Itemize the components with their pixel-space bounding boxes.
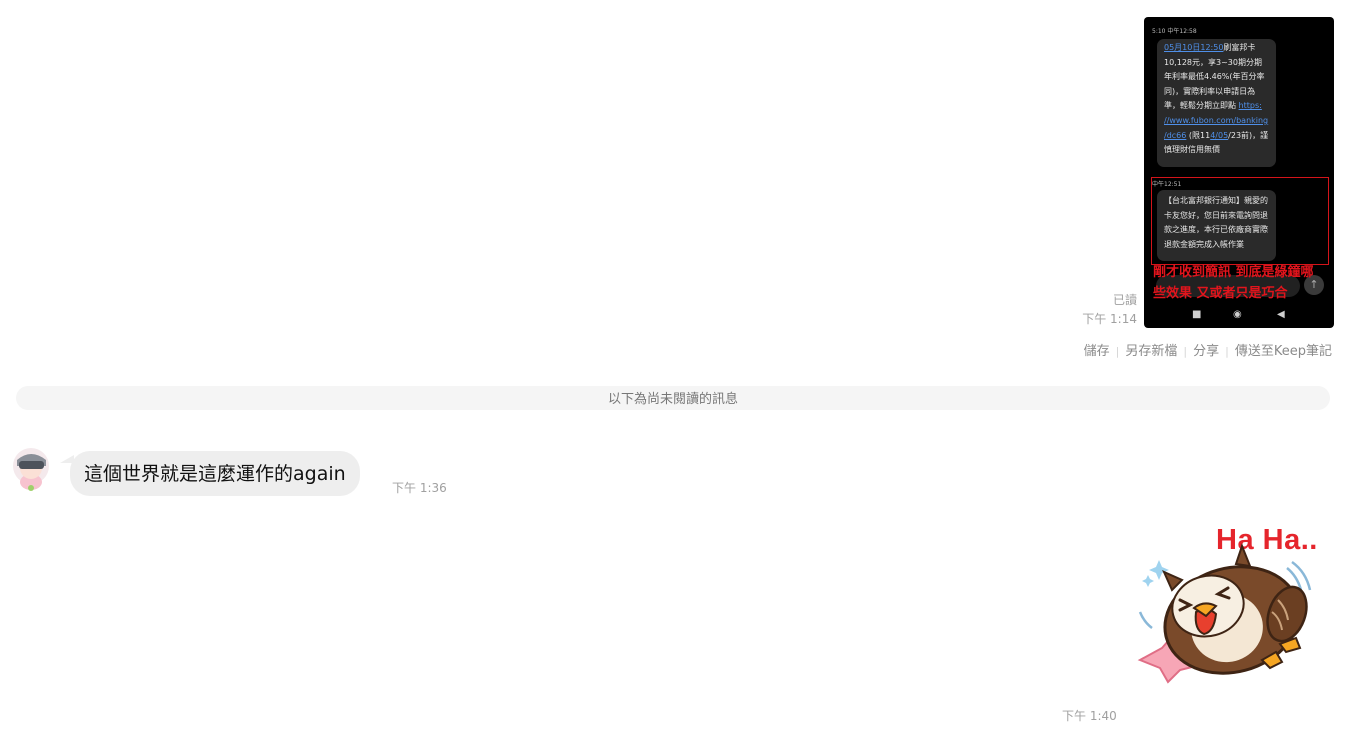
sms-line: //www.fubon.com/banking — [1164, 115, 1269, 125]
separator: | — [1183, 345, 1188, 358]
sms-line: 退款金額完成入帳作業 — [1164, 239, 1244, 249]
save-as-button[interactable]: 另存新檔 — [1125, 344, 1177, 359]
read-receipt: 已讀 — [1112, 293, 1137, 307]
home-icon: ◉ — [1233, 309, 1242, 320]
sms-line: 同)，實際利率以申請日為 — [1164, 86, 1256, 96]
sms-line: 慎理財信用無價 — [1164, 145, 1220, 155]
message-time: 下午 1:40 — [1062, 709, 1117, 723]
image-actions: 儲存 | 另存新檔 | 分享 | 傳送至Keep筆記 — [1084, 340, 1332, 359]
avatar[interactable] — [11, 446, 51, 492]
sms-line: /dc66 (限114/05/23前)，謹 — [1164, 130, 1269, 140]
separator: | — [1115, 345, 1120, 358]
sms-bubble-1: 05月10日12:50刷富邦卡 10,128元，享3~30期分期 年利率最低4.… — [1157, 39, 1276, 167]
sms-line: 款之進度，本行已依廠商實際 — [1164, 225, 1268, 235]
sms-bubble-2: 【台北富邦銀行通知】親愛的 卡友您好，您日前來電詢問退 款之進度，本行已依廠商實… — [1157, 190, 1276, 261]
sms1-status: 5:10 中午12:58 — [1152, 28, 1197, 35]
red-caption-line: 剛才收到簡訊 到底是綠鐘哪 — [1153, 265, 1314, 280]
red-caption: 剛才收到簡訊 到底是綠鐘哪 些效果 又或者只是巧合 — [1153, 262, 1333, 304]
sms-link: 05月10日12:50 — [1164, 43, 1224, 52]
save-button[interactable]: 儲存 — [1084, 344, 1110, 359]
message-time: 下午 1:36 — [392, 481, 447, 495]
sent-image[interactable]: 5:10 中午12:58 05月10日12:50刷富邦卡 10,128元，享3~… — [1144, 17, 1334, 328]
share-button[interactable]: 分享 — [1193, 344, 1219, 359]
send-to-keep-button[interactable]: 傳送至Keep筆記 — [1235, 344, 1332, 359]
message-bubble[interactable]: 這個世界就是這麼運作的again — [70, 451, 360, 496]
sms-line: 10,128元，享3~30期分期 — [1164, 57, 1262, 67]
sms-line: 卡友您好，您日前來電詢問退 — [1164, 210, 1268, 220]
red-caption-line: 些效果 又或者只是巧合 — [1153, 286, 1288, 301]
unread-divider: 以下為尚未閱讀的訊息 — [16, 386, 1330, 410]
message-time: 下午 1:14 — [1082, 312, 1137, 326]
sms-line: 年利率最低4.46%(年百分率 — [1164, 72, 1265, 82]
recent-apps-icon: ■ — [1192, 309, 1202, 320]
sms-line: 【台北富邦銀行通知】親愛的 — [1164, 196, 1268, 205]
owl-laughing-sticker[interactable]: Ha Ha.. — [1132, 520, 1332, 685]
sms-line: 準，輕鬆分期立即點 https: — [1164, 101, 1262, 111]
back-icon: ◀ — [1277, 309, 1285, 320]
phone-navbar: ■ ◉ ◀ — [1144, 307, 1334, 328]
sms-line: 05月10日12:50刷富邦卡 — [1164, 43, 1256, 52]
separator: | — [1225, 345, 1229, 358]
